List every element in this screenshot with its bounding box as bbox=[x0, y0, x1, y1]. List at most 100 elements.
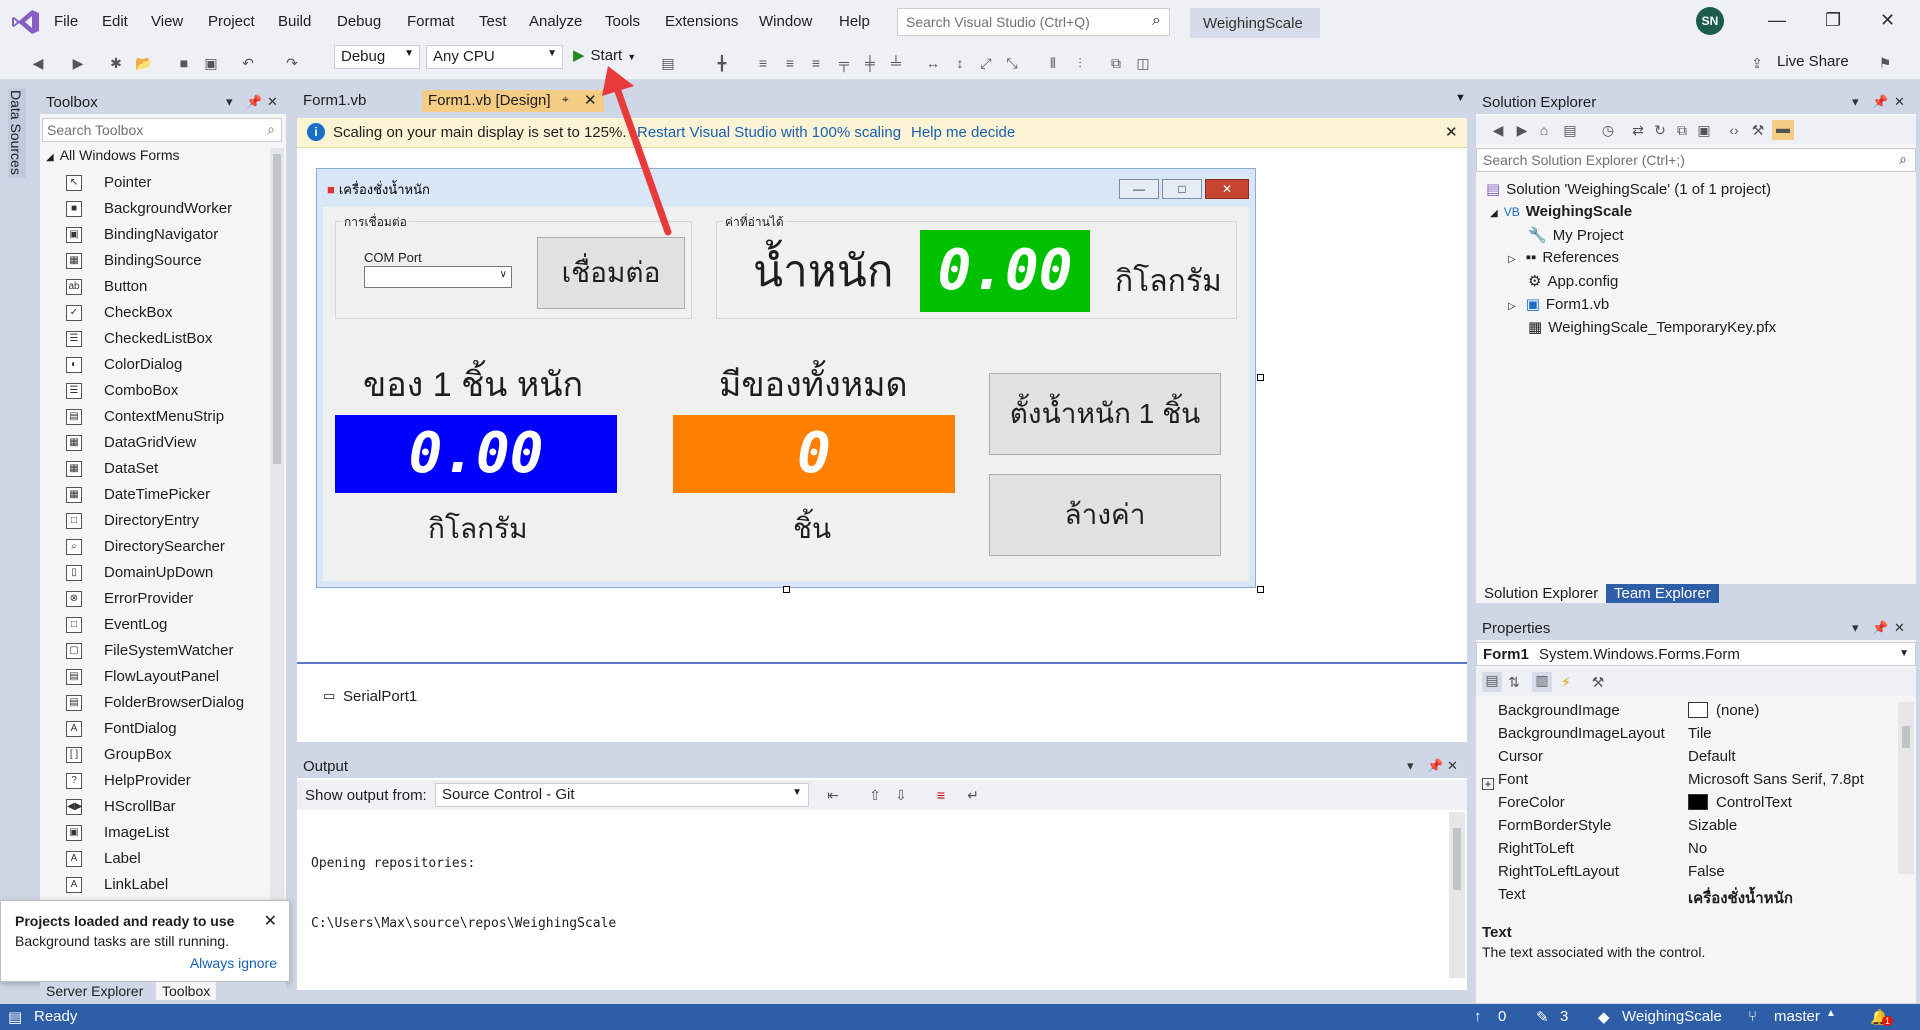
properties-icon[interactable]: ⚒ bbox=[1750, 122, 1766, 138]
property-value[interactable]: No bbox=[1688, 840, 1707, 857]
toolbox-item[interactable]: ? HelpProvider bbox=[40, 768, 270, 794]
property-row[interactable]: ForeColor ControlText bbox=[1498, 794, 1906, 817]
set-unit-weight-button[interactable]: ตั้งน้ำหนัก 1 ชิ้น bbox=[989, 373, 1221, 455]
toolbox-item[interactable]: ▤ FlowLayoutPanel bbox=[40, 664, 270, 690]
pin-icon[interactable]: 📌 bbox=[1872, 620, 1888, 636]
toolbox-item[interactable]: ◀▶ HScrollBar bbox=[40, 794, 270, 820]
data-sources-tab[interactable]: Data Sources bbox=[8, 88, 26, 178]
toolbox-item[interactable]: ↖ Pointer bbox=[40, 170, 270, 196]
toolbox-item[interactable]: □ DirectoryEntry bbox=[40, 508, 270, 534]
tree-item-key-pfx[interactable]: ▦ WeighingScale_TemporaryKey.pfx bbox=[1528, 318, 1776, 336]
tree-item-form1[interactable]: ▷ ▣ Form1.vb bbox=[1508, 295, 1609, 313]
repo-name[interactable]: WeighingScale bbox=[1622, 1008, 1722, 1025]
send-to-back-icon[interactable]: ◫ bbox=[1135, 55, 1151, 71]
events-icon[interactable]: ⚡ bbox=[1558, 674, 1574, 690]
scrollbar-thumb[interactable] bbox=[1453, 828, 1461, 890]
toolbox-item[interactable]: ▦ DataGridView bbox=[40, 430, 270, 456]
save-icon[interactable]: ■ bbox=[176, 55, 192, 71]
menu-build[interactable]: Build bbox=[278, 13, 311, 30]
make-same-width-icon[interactable]: ↔ bbox=[925, 55, 941, 71]
search-input[interactable]: Search Visual Studio (Ctrl+Q) ⌕ bbox=[897, 8, 1170, 36]
serial-port-component[interactable]: SerialPort1 bbox=[343, 688, 417, 705]
clear-all-icon[interactable]: ≡ bbox=[933, 787, 949, 803]
home-icon[interactable]: ⌂ bbox=[1536, 122, 1552, 138]
output-source-select[interactable]: Source Control - Git ▼ bbox=[435, 783, 809, 807]
output-scrollbar[interactable] bbox=[1449, 812, 1465, 978]
solution-name-badge[interactable]: WeighingScale bbox=[1190, 8, 1320, 38]
close-tab-icon[interactable]: ✕ bbox=[584, 91, 597, 109]
property-row[interactable]: RightToLeft No bbox=[1498, 840, 1906, 863]
pin-icon[interactable]: 📌 bbox=[246, 94, 262, 110]
close-icon[interactable]: ✕ bbox=[1880, 10, 1895, 31]
always-ignore-link[interactable]: Always ignore bbox=[190, 955, 277, 971]
tab-server-explorer[interactable]: Server Explorer bbox=[42, 982, 147, 1000]
avatar[interactable]: SN bbox=[1696, 7, 1724, 35]
menu-file[interactable]: File bbox=[54, 13, 78, 30]
size-both-icon[interactable]: ⤡ bbox=[1004, 55, 1020, 71]
unpushed-count[interactable]: 0 bbox=[1498, 1008, 1506, 1025]
property-value[interactable]: ControlText bbox=[1688, 794, 1792, 811]
project-node[interactable]: ◢ VB WeighingScale bbox=[1490, 203, 1632, 220]
window-position-icon[interactable]: ▾ bbox=[1852, 620, 1859, 636]
branch-icon[interactable]: ⑂ bbox=[1748, 1008, 1757, 1025]
close-infobar-icon[interactable]: ✕ bbox=[1445, 123, 1458, 141]
tree-item-app-config[interactable]: ⚙ App.config bbox=[1528, 272, 1618, 290]
align-rights-icon[interactable]: ≡ bbox=[808, 55, 824, 71]
connect-button[interactable]: เชื่อมต่อ bbox=[537, 237, 685, 309]
window-position-icon[interactable]: ▾ bbox=[1852, 94, 1859, 110]
alphabetical-icon[interactable]: ⇅ bbox=[1506, 674, 1522, 690]
align-lefts-icon[interactable]: ≡ bbox=[755, 55, 771, 71]
window-position-icon[interactable]: ▾ bbox=[1407, 758, 1414, 774]
toolbox-item[interactable]: ▣ ImageList bbox=[40, 820, 270, 846]
preview-selected-icon[interactable]: ▬ bbox=[1772, 120, 1794, 140]
properties-scrollbar[interactable] bbox=[1898, 702, 1914, 874]
toolbox-item[interactable]: ☰ ComboBox bbox=[40, 378, 270, 404]
toolbox-item[interactable]: ▯ DomainUpDown bbox=[40, 560, 270, 586]
property-value[interactable]: Sizable bbox=[1688, 817, 1737, 834]
toolbox-item[interactable]: ◐ ColorDialog bbox=[40, 352, 270, 378]
pin-icon[interactable]: 📌 bbox=[1872, 94, 1888, 110]
pin-icon[interactable]: 📌 bbox=[1427, 758, 1443, 774]
menu-extensions[interactable]: Extensions bbox=[665, 13, 738, 30]
property-value[interactable]: False bbox=[1688, 863, 1725, 880]
close-toast-icon[interactable]: ✕ bbox=[264, 911, 277, 931]
pencil-icon[interactable]: ✎ bbox=[1536, 1008, 1549, 1026]
resize-handle-bottom[interactable] bbox=[783, 586, 790, 593]
pending-changes-icon[interactable]: ◷ bbox=[1600, 122, 1616, 138]
platform-select[interactable]: Any CPU ▼ bbox=[426, 45, 563, 69]
properties-view-icon[interactable]: ▥ bbox=[1532, 672, 1552, 692]
toolbox-item[interactable]: A FontDialog bbox=[40, 716, 270, 742]
changes-count[interactable]: 3 bbox=[1560, 1008, 1568, 1025]
menu-test[interactable]: Test bbox=[479, 13, 507, 30]
collapse-all-icon[interactable]: ⧉ bbox=[1674, 122, 1690, 138]
back-icon[interactable]: ◀ bbox=[30, 55, 46, 71]
toolbox-item[interactable]: ⌕ DirectorySearcher bbox=[40, 534, 270, 560]
solution-node[interactable]: ▤ Solution 'WeighingScale' (1 of 1 projec… bbox=[1486, 180, 1771, 198]
previous-message-icon[interactable]: ⇧ bbox=[867, 787, 883, 803]
help-me-decide-link[interactable]: Help me decide bbox=[911, 124, 1015, 141]
property-row[interactable]: RightToLeftLayout False bbox=[1498, 863, 1906, 886]
align-centers-icon[interactable]: ≡ bbox=[782, 55, 798, 71]
property-row[interactable]: Font Microsoft Sans Serif, 7.8pt bbox=[1498, 771, 1906, 794]
toolbox-item[interactable]: ▦ BindingSource bbox=[40, 248, 270, 274]
window-position-icon[interactable]: ▾ bbox=[226, 94, 233, 110]
close-icon[interactable]: ✕ bbox=[267, 94, 278, 110]
object-selector[interactable]: Form1 System.Windows.Forms.Form ▼ bbox=[1476, 642, 1916, 666]
size-to-grid-icon[interactable]: ⤢ bbox=[978, 55, 994, 71]
close-icon[interactable]: ✕ bbox=[1894, 94, 1905, 110]
form-minimize-icon[interactable]: — bbox=[1119, 179, 1159, 199]
feedback-icon[interactable]: ⚑ bbox=[1877, 55, 1893, 71]
toolbox-item[interactable]: ▣ BindingNavigator bbox=[40, 222, 270, 248]
tree-item-references[interactable]: ▷ ▪▪ References bbox=[1508, 249, 1619, 266]
toolbox-item[interactable]: [ ] GroupBox bbox=[40, 742, 270, 768]
property-row[interactable]: BackgroundImageLayout Tile bbox=[1498, 725, 1906, 748]
toolbox-scrollbar[interactable] bbox=[270, 148, 284, 988]
toolbox-item[interactable]: ✓ CheckBox bbox=[40, 300, 270, 326]
tab-form1-design[interactable]: Form1.vb [Design] ⌖ ✕ bbox=[422, 90, 604, 112]
configuration-select[interactable]: Debug ▼ bbox=[334, 45, 420, 69]
tree-item-my-project[interactable]: 🔧 My Project bbox=[1528, 226, 1624, 244]
categorized-icon[interactable]: ▤ bbox=[1482, 672, 1502, 692]
switch-views-icon[interactable]: ▤ bbox=[1562, 122, 1578, 138]
tab-solution-explorer[interactable]: Solution Explorer bbox=[1476, 584, 1607, 603]
view-code-icon[interactable]: ‹› bbox=[1726, 122, 1742, 138]
